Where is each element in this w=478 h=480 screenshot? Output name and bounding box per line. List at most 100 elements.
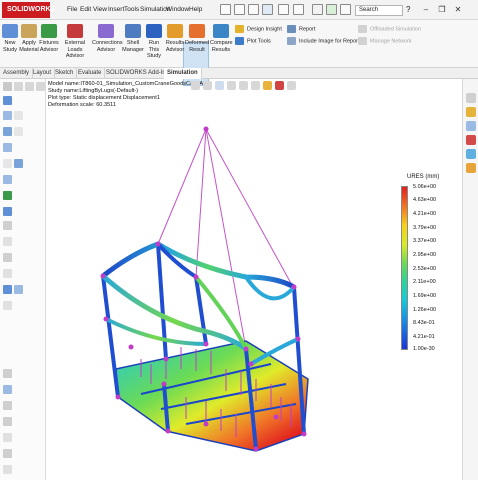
print-icon[interactable] [278,4,289,15]
home-icon[interactable] [220,4,231,15]
component-icon[interactable] [3,433,12,442]
open-folder-icon[interactable] [248,4,259,15]
task-pane [462,79,478,480]
include-image-button[interactable]: Include Image for Report [287,37,360,45]
report-icon [287,25,296,33]
design-library-icon[interactable] [466,107,476,117]
study-tree-icon[interactable] [3,96,12,105]
compare-results-button[interactable]: Compare Results [210,24,233,53]
part-icon[interactable] [14,111,23,120]
offloaded-simulation-button[interactable]: Offloaded Simulation [358,25,421,33]
new-study-icon [2,24,18,38]
part-icon[interactable] [3,127,12,136]
part-icon[interactable] [3,111,12,120]
plot-tools-button[interactable]: Plot Tools [235,37,271,45]
manage-network-button[interactable]: Manage Network [358,37,412,45]
appearances-icon[interactable] [466,149,476,159]
save-icon[interactable] [262,4,273,15]
feature-manager-panel [0,79,46,480]
component-icon[interactable] [3,417,12,426]
report-label: Report [299,26,316,33]
tab-assembly[interactable]: Assembly [0,68,34,79]
plot-tools-label: Plot Tools [247,38,271,45]
command-tabs: Assembly Layout Sketch Evaluate SOLIDWOR… [0,68,478,79]
external-loads-icon [67,24,83,38]
new-study-label: New Study [2,40,18,53]
close-icon[interactable]: ✕ [452,4,464,16]
report-button[interactable]: Report [287,25,316,33]
legend-label: 2.11e+00 [413,279,436,285]
solidworks-resources-icon[interactable] [466,93,476,103]
display-manager-icon[interactable] [36,82,45,91]
component-icon[interactable] [3,465,12,474]
deformed-result-label: Deformed Result [185,40,210,53]
view-palette-icon[interactable] [466,135,476,145]
design-insight-button[interactable]: Design Insight [235,25,282,33]
connections-icon [98,24,114,38]
design-insight-icon [235,25,244,33]
select-arrow-icon[interactable] [312,4,323,15]
undo-icon[interactable] [293,4,304,15]
tab-simulation[interactable]: Simulation [164,68,202,79]
results-advisor-button[interactable]: Results Advisor [165,24,185,53]
tab-evaluate[interactable]: Evaluate [75,68,106,79]
part-icon[interactable] [3,143,12,152]
part-icon[interactable] [3,175,12,184]
menu-insert[interactable]: Insert [108,6,124,13]
load-icon[interactable] [3,269,12,278]
deformed-result-button[interactable]: Deformed Result [185,24,209,53]
plot-icon[interactable] [3,301,12,310]
menu-window[interactable]: Window [166,6,189,13]
plot-tools-icon [235,37,244,45]
legend-label: 5.06e+00 [413,184,437,190]
mesh-icon[interactable] [3,237,12,246]
fixtures-advisor-button[interactable]: Fixtures Advisor [38,24,60,53]
graphics-area[interactable]: Model name:IT860-01_Simulation_CustomCra… [46,79,462,480]
legend-color-bar [401,186,408,350]
menu-tools[interactable]: Tools [124,6,139,13]
feature-tree-icon[interactable] [3,82,12,91]
legend-label: 4.21e-01 [413,334,435,340]
load-icon[interactable] [3,253,12,262]
compare-results-label: Compare Results [210,40,233,53]
plot-icon[interactable] [14,285,23,294]
property-manager-icon[interactable] [14,82,23,91]
help-question-icon[interactable]: ? [406,4,417,15]
legend-label: 1.26e+00 [413,307,437,313]
minimize-icon[interactable]: – [420,4,432,16]
compare-results-icon [213,24,229,38]
custom-properties-icon[interactable] [466,163,476,173]
mesh-icon[interactable] [3,221,12,230]
connections-advisor-button[interactable]: Connections Advisor [92,24,123,53]
tab-sketch[interactable]: Sketch [52,68,78,79]
menu-view[interactable]: View [93,6,107,13]
offloaded-simulation-icon [358,25,367,33]
menu-file[interactable]: File [67,6,77,13]
new-document-icon[interactable] [234,4,245,15]
part-icon[interactable] [14,159,23,168]
fixture-icon[interactable] [3,191,12,200]
part-icon[interactable] [14,127,23,136]
menu-edit[interactable]: Edit [80,6,91,13]
part-icon[interactable] [3,159,12,168]
component-icon[interactable] [3,385,12,394]
run-study-button[interactable]: Run This Study [144,24,164,60]
fixtures-advisor-label: Fixtures Advisor [39,40,59,53]
app-logo: SOLIDWORKS [2,2,55,18]
component-icon[interactable] [3,369,12,378]
external-loads-advisor-button[interactable]: External Loads Advisor [59,24,91,60]
search-input[interactable]: Search [355,5,403,16]
rebuild-icon[interactable] [326,4,337,15]
component-icon[interactable] [3,449,12,458]
component-icon[interactable] [3,401,12,410]
configuration-manager-icon[interactable] [25,82,34,91]
file-explorer-icon[interactable] [466,121,476,131]
tab-addins[interactable]: SOLIDWORKS Add-Ins [103,68,173,79]
options-gear-icon[interactable] [340,4,351,15]
restore-icon[interactable]: ❐ [436,4,448,16]
shell-manager-button[interactable]: Shell Manager [122,24,144,53]
menu-help[interactable]: Help [189,6,202,13]
fea-model-view [100,126,309,452]
connection-icon[interactable] [3,207,12,216]
results-folder-icon[interactable] [3,285,12,294]
